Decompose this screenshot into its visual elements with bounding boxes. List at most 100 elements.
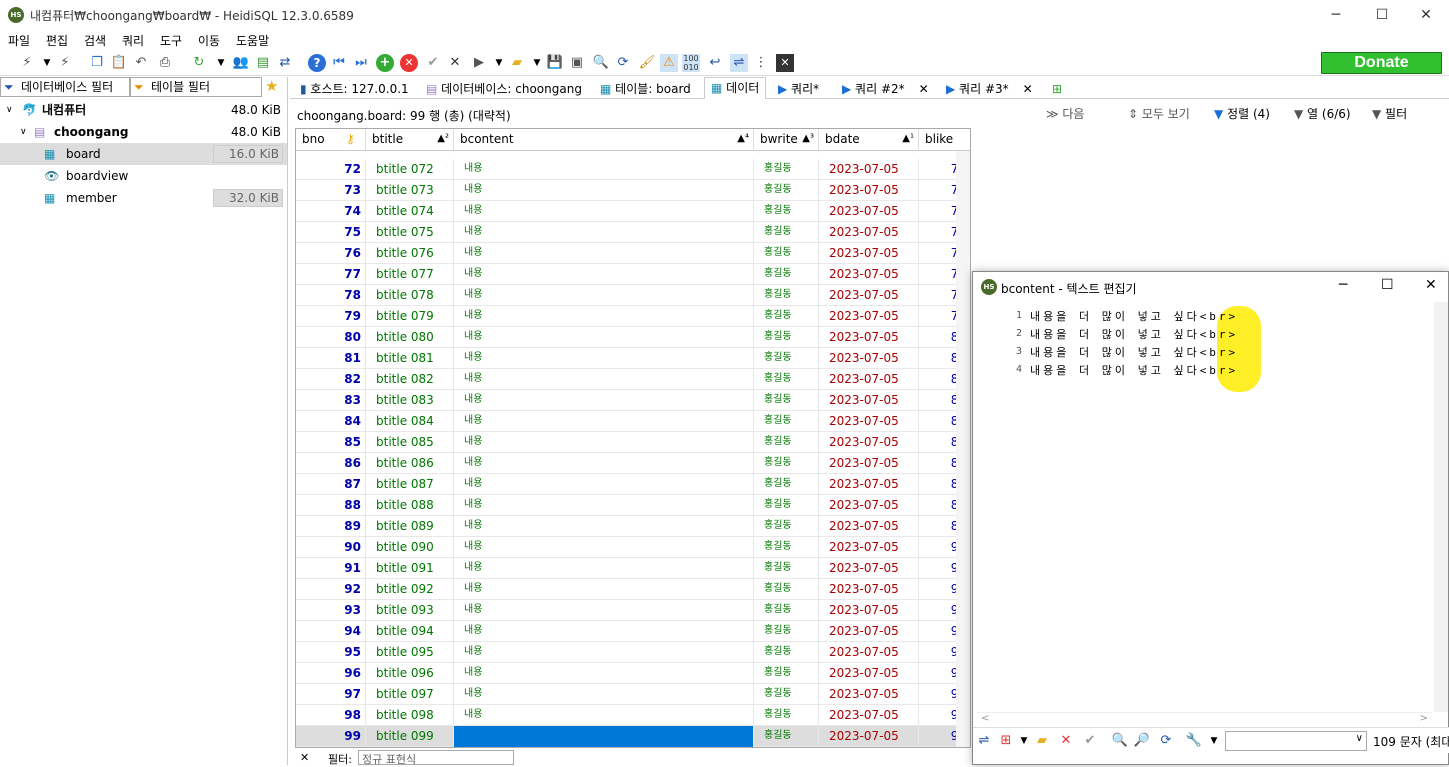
cell-btitle[interactable]: btitle 079 <box>366 306 454 327</box>
table-row[interactable]: 88btitle 088내용홍길동2023-07-0588 <box>296 495 970 516</box>
cell-bwrite[interactable]: 홍길동 <box>754 705 819 726</box>
column-header-btitle[interactable]: btitle ▲² <box>366 129 454 151</box>
cell-btitle[interactable]: btitle 072 <box>366 159 454 180</box>
cell-bwrite[interactable]: 홍길동 <box>754 600 819 621</box>
table-row[interactable]: 97btitle 097내용홍길동2023-07-0597 <box>296 684 970 705</box>
cell-bdate[interactable]: 2023-07-05 <box>819 264 919 285</box>
cell-bwrite[interactable]: 홍길동 <box>754 726 819 747</box>
cell-bcontent[interactable]: 내용 <box>454 432 754 453</box>
cell-bdate[interactable]: 2023-07-05 <box>819 201 919 222</box>
filter-input[interactable]: 정규 표현식 <box>358 750 514 766</box>
minimize-icon[interactable]: ─ <box>1313 0 1359 30</box>
cell-bwrite[interactable]: 홍길동 <box>754 495 819 516</box>
cell-btitle[interactable]: btitle 085 <box>366 432 454 453</box>
cell-bno[interactable]: 74 <box>296 201 366 222</box>
grid-vscroll[interactable] <box>956 151 970 747</box>
table-row[interactable]: 85btitle 085내용홍길동2023-07-0585 <box>296 432 970 453</box>
dropdown-icon[interactable]: ▼ <box>1015 732 1033 750</box>
warning-icon[interactable]: ⚠ <box>660 54 678 72</box>
cell-btitle[interactable]: btitle 098 <box>366 705 454 726</box>
close-icon[interactable]: ✕ <box>1403 0 1449 30</box>
cell-bwrite[interactable]: 홍길동 <box>754 411 819 432</box>
cell-btitle[interactable]: btitle 081 <box>366 348 454 369</box>
cell-bno[interactable]: 95 <box>296 642 366 663</box>
cell-bwrite[interactable]: 홍길동 <box>754 159 819 180</box>
cell-bwrite[interactable]: 홍길동 <box>754 348 819 369</box>
cell-bdate[interactable]: 2023-07-05 <box>819 579 919 600</box>
cell-btitle[interactable]: btitle 091 <box>366 558 454 579</box>
delete-row-icon[interactable]: ✕ <box>400 54 418 72</box>
column-header-bcontent[interactable]: bcontent ▲⁴ <box>454 129 754 151</box>
first-icon[interactable]: ⏮ <box>330 54 348 72</box>
minimize-icon[interactable]: ─ <box>1339 277 1347 293</box>
folder-icon[interactable]: ▰ <box>1033 732 1051 750</box>
cell-bwrite[interactable]: 홍길동 <box>754 180 819 201</box>
cell-bwrite[interactable]: 홍길동 <box>754 201 819 222</box>
cell-bwrite[interactable]: 홍길동 <box>754 264 819 285</box>
editor-line[interactable]: 내용을 더 많이 넣고 싶다<br> <box>1030 362 1238 378</box>
cell-bcontent[interactable]: 내용 <box>454 558 754 579</box>
maximize-icon[interactable]: ☐ <box>1381 277 1394 293</box>
table-row[interactable]: 84btitle 084내용홍길동2023-07-0584 <box>296 411 970 432</box>
cell-bcontent[interactable]: 내용 <box>454 537 754 558</box>
clean-icon[interactable]: 🖌 <box>638 54 656 72</box>
cell-bcontent[interactable]: 내용 <box>454 663 754 684</box>
table-row[interactable]: 96btitle 096내용홍길동2023-07-0596 <box>296 663 970 684</box>
cell-btitle[interactable]: btitle 084 <box>366 411 454 432</box>
cell-bno[interactable]: 89 <box>296 516 366 537</box>
cell-bwrite[interactable]: 홍길동 <box>754 642 819 663</box>
cell-btitle[interactable]: btitle 078 <box>366 285 454 306</box>
cell-bcontent[interactable]: 내용 <box>454 474 754 495</box>
tree-item-table-board[interactable]: ▦ board 16.0 KiB <box>0 143 287 165</box>
chevron-down-icon[interactable]: ∨ <box>20 121 27 143</box>
last-icon[interactable]: ⏭ <box>352 54 370 72</box>
disconnect-icon[interactable]: ⚡ <box>56 54 74 72</box>
cell-bcontent[interactable]: 내용 <box>454 705 754 726</box>
find-icon[interactable]: 🔍 <box>592 54 610 72</box>
menu-query[interactable]: 쿼리 <box>122 32 144 49</box>
cell-bno[interactable]: 75 <box>296 222 366 243</box>
dropdown-icon[interactable]: ▼ <box>528 54 546 72</box>
cell-bcontent[interactable]: 내용 <box>454 621 754 642</box>
replace-icon[interactable]: ⟳ <box>1157 732 1175 750</box>
tab-data[interactable]: ▦ 데이터 <box>704 77 767 99</box>
cell-bdate[interactable]: 2023-07-05 <box>819 159 919 180</box>
cell-bno[interactable]: 85 <box>296 432 366 453</box>
cell-bdate[interactable]: 2023-07-05 <box>819 726 919 747</box>
table-row[interactable]: 83btitle 083내용홍길동2023-07-0583 <box>296 390 970 411</box>
table-row[interactable]: 89btitle 089내용홍길동2023-07-0589 <box>296 516 970 537</box>
cell-bno[interactable]: 99 <box>296 726 366 747</box>
menu-tools[interactable]: 도구 <box>160 32 182 49</box>
wrap-icon[interactable]: ⇌ <box>975 732 993 750</box>
find-next-icon[interactable]: 🔎 <box>1133 732 1151 750</box>
cell-bcontent[interactable]: 내용 <box>454 684 754 705</box>
print-icon[interactable]: ⎙ <box>156 54 174 72</box>
cell-bdate[interactable]: 2023-07-05 <box>819 642 919 663</box>
cell-bwrite[interactable]: 홍길동 <box>754 558 819 579</box>
cell-bcontent[interactable]: 내용 <box>454 453 754 474</box>
sort-button[interactable]: ▼ 정렬 (4) <box>1214 105 1270 122</box>
cell-bdate[interactable]: 2023-07-05 <box>819 306 919 327</box>
table-row[interactable]: 77btitle 077내용홍길동2023-07-0577 <box>296 264 970 285</box>
cell-bdate[interactable]: 2023-07-05 <box>819 600 919 621</box>
tree-item-database[interactable]: ∨ ▤ choongang 48.0 KiB <box>0 121 287 143</box>
cell-bcontent[interactable]: 내용 <box>454 201 754 222</box>
table-row[interactable]: 76btitle 076내용홍길동2023-07-0576 <box>296 243 970 264</box>
table-row[interactable]: 72btitle 072내용홍길동2023-07-0572 <box>296 159 970 180</box>
cell-bdate[interactable]: 2023-07-05 <box>819 348 919 369</box>
transfer-icon[interactable]: ⇄ <box>276 54 294 72</box>
cell-bno[interactable]: 80 <box>296 327 366 348</box>
cell-bcontent[interactable]: 내용 <box>454 642 754 663</box>
scroll-right-icon[interactable]: > <box>1420 713 1428 724</box>
tab-database[interactable]: ▤ 데이터베이스: choongang <box>426 79 582 99</box>
database-filter-input[interactable]: ⏷ 데이터베이스 필터 <box>0 77 130 97</box>
cell-bcontent[interactable]: 내용 <box>454 285 754 306</box>
editor-hscroll[interactable]: < > <box>977 712 1432 726</box>
binary-icon[interactable]: 100 010 <box>682 54 700 72</box>
cell-bcontent[interactable]: 내용 <box>454 390 754 411</box>
save-icon[interactable]: 💾 <box>546 54 564 72</box>
close-icon[interactable]: ✕ <box>1023 82 1033 96</box>
tab-query-3[interactable]: ▶ 쿼리 #3* ✕ <box>946 79 1033 99</box>
editor-line[interactable]: 내용을 더 많이 넣고 싶다<br> <box>1030 308 1238 324</box>
cell-btitle[interactable]: btitle 076 <box>366 243 454 264</box>
